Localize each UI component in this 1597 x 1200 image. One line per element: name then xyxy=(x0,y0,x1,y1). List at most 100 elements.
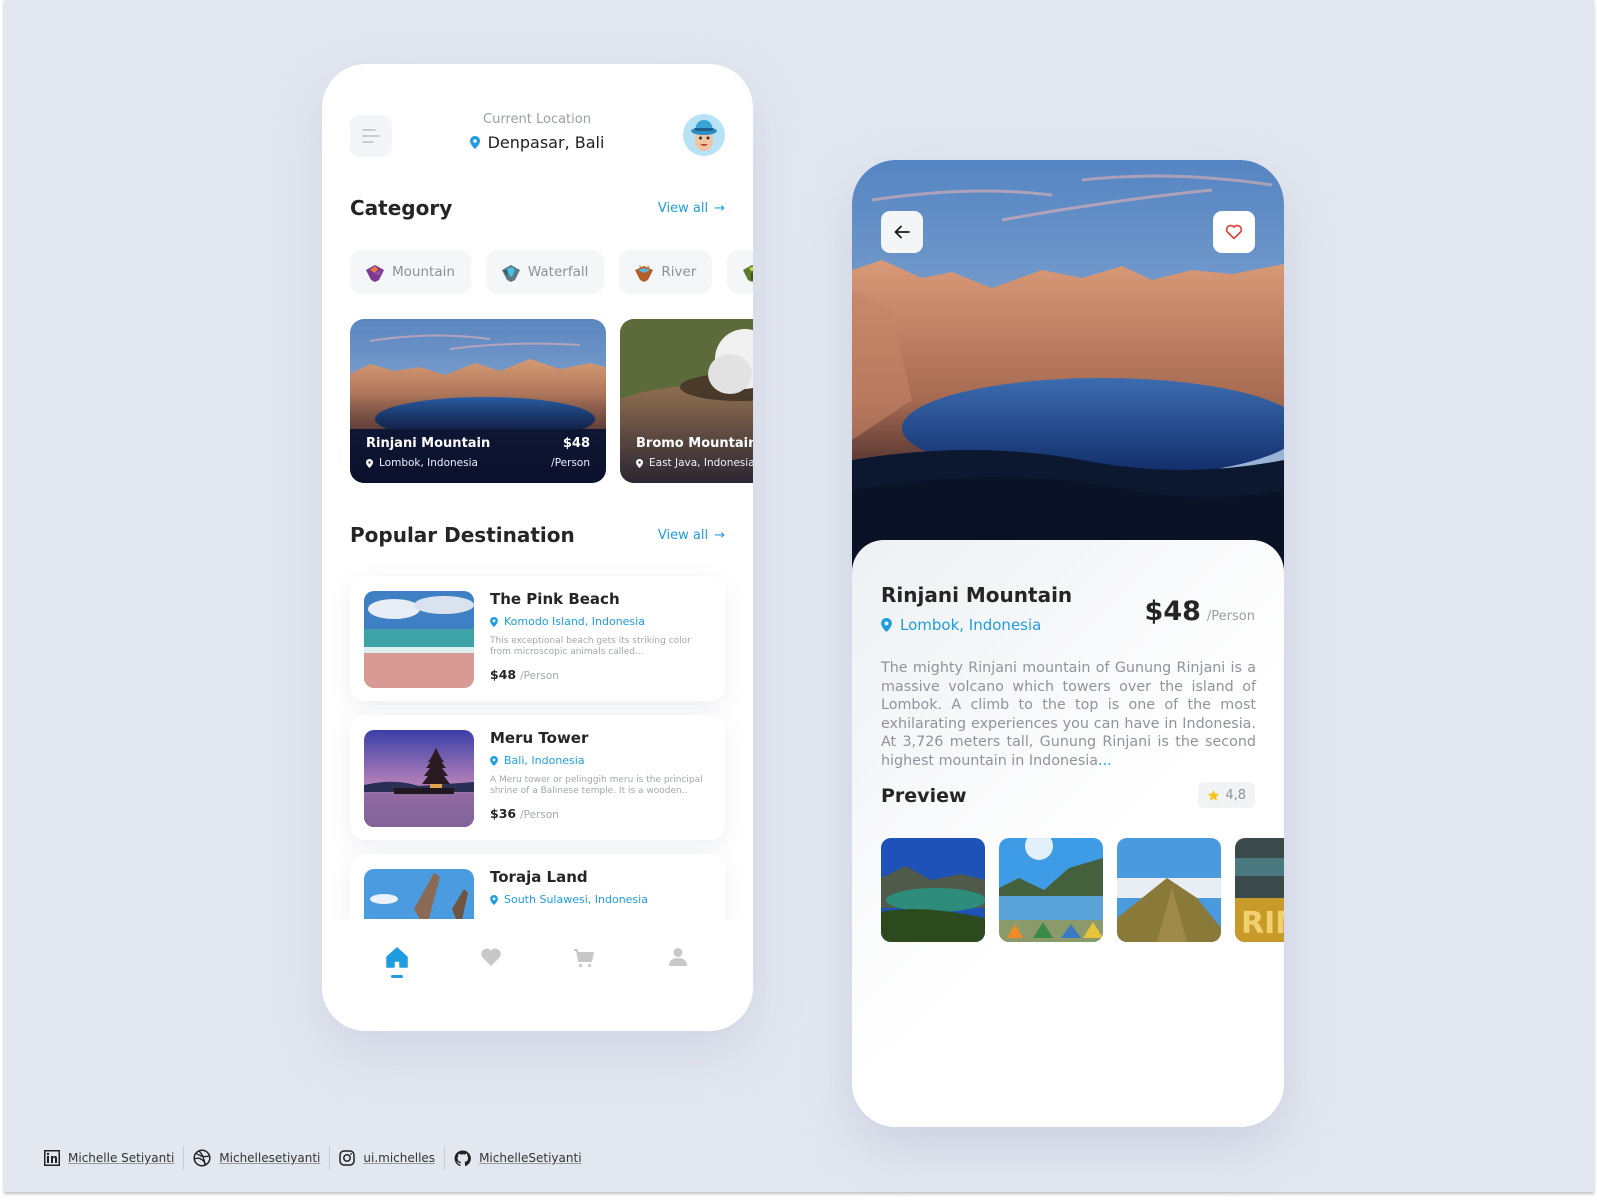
price-per: /Person xyxy=(1206,609,1255,624)
menu-button[interactable] xyxy=(350,115,392,157)
favorite-button[interactable] xyxy=(1213,211,1255,253)
cart-icon xyxy=(574,949,595,968)
svg-text:RIN: RIN xyxy=(1241,906,1284,941)
preview-gallery: RIN xyxy=(881,838,1284,942)
location-label: Current Location xyxy=(483,112,591,127)
popular-item-location: Komodo Island, Indonesia xyxy=(490,615,645,628)
popular-item-price: $48/Person xyxy=(490,667,559,682)
category-chip-waterfall[interactable]: Waterfall xyxy=(485,250,605,294)
dribbble-link[interactable]: Michellesetiyanti xyxy=(219,1151,320,1165)
current-location[interactable]: Current Location Denpasar, Bali xyxy=(432,112,642,152)
location-text: Komodo Island, Indonesia xyxy=(504,615,645,628)
featured-card-rinjani[interactable]: Rinjani Mountain Lombok, Indonesia $48 /… xyxy=(350,319,606,483)
featured-name: Bromo Mountain xyxy=(636,436,753,451)
detail-location-text: Lombok, Indonesia xyxy=(900,616,1042,634)
popular-item-description: This exceptional beach gets its striking… xyxy=(490,636,691,657)
preview-thumb-2[interactable] xyxy=(999,838,1103,942)
linkedin-link[interactable]: Michelle Setiyanti xyxy=(68,1151,174,1165)
arrow-left-icon xyxy=(894,225,910,239)
category-view-all-link[interactable]: View all → xyxy=(658,201,725,216)
preview-title: Preview xyxy=(881,785,967,807)
canvas-background: Current Location Denpasar, Bali Category xyxy=(4,0,1594,1192)
price-value: $48 xyxy=(1144,596,1201,627)
popular-item-price: $36/Person xyxy=(490,806,559,821)
home-screen: Current Location Denpasar, Bali Category xyxy=(322,64,753,1031)
price-value: $36 xyxy=(490,806,517,821)
github-link[interactable]: MichelleSetiyanti xyxy=(479,1151,581,1165)
price-value: $48 xyxy=(490,667,517,682)
popular-item-description: A Meru tower or pelinggih meru is the pr… xyxy=(490,775,703,796)
detail-description: The mighty Rinjani mountain of Gunung Ri… xyxy=(881,659,1256,770)
bottom-navigation xyxy=(322,919,753,1031)
location-text: Bali, Indonesia xyxy=(504,754,585,767)
popular-item-location: South Sulawesi, Indonesia xyxy=(490,893,648,906)
avatar[interactable] xyxy=(683,114,725,156)
footer-dribbble: Michellesetiyanti xyxy=(184,1149,329,1167)
footer-github: MichelleSetiyanti xyxy=(445,1150,590,1167)
featured-location: Lombok, Indonesia xyxy=(366,457,478,469)
chip-label: Waterfall xyxy=(527,264,589,280)
heart-icon xyxy=(480,948,501,966)
detail-price: $48 /Person xyxy=(1145,596,1255,627)
menu-line-icon xyxy=(362,141,374,143)
back-button[interactable] xyxy=(881,211,923,253)
detail-location: Lombok, Indonesia xyxy=(881,616,1041,634)
category-chip-mountain[interactable]: Mountain xyxy=(350,250,471,294)
linkedin-icon xyxy=(44,1150,60,1166)
forest-island-icon xyxy=(743,265,753,282)
popular-item-location: Bali, Indonesia xyxy=(490,754,585,767)
menu-line-icon xyxy=(362,129,376,131)
meru-tower-photo xyxy=(364,730,474,827)
instagram-link[interactable]: ui.michelles xyxy=(363,1151,435,1165)
read-more-link[interactable]: ... xyxy=(1098,753,1112,769)
location-pin-icon xyxy=(490,894,498,905)
view-all-label: View all xyxy=(657,200,709,216)
active-indicator xyxy=(390,975,403,978)
popular-view-all-link[interactable]: View all → xyxy=(658,528,725,543)
category-chip-forest[interactable] xyxy=(727,250,753,294)
popular-header: Popular Destination View all → xyxy=(350,523,725,547)
location-pin-icon xyxy=(881,618,892,632)
social-footer: Michelle Setiyanti Michellesetiyanti ui.… xyxy=(44,1146,591,1170)
rating-badge: 4,8 xyxy=(1198,782,1255,808)
location-text: South Sulawesi, Indonesia xyxy=(504,893,648,906)
nav-cart[interactable] xyxy=(554,919,614,1031)
hero-photo xyxy=(852,160,1284,580)
popular-item-meru-tower[interactable]: Meru Tower Bali, Indonesia A Meru tower … xyxy=(350,715,725,840)
description-text: The mighty Rinjani mountain of Gunung Ri… xyxy=(881,660,1256,769)
rating-value: 4,8 xyxy=(1225,787,1246,803)
detail-title: Rinjani Mountain xyxy=(881,583,1073,607)
featured-name: Rinjani Mountain xyxy=(366,436,491,451)
preview-thumb-4[interactable]: RIN xyxy=(1235,838,1284,942)
user-icon xyxy=(669,948,688,966)
github-icon xyxy=(454,1150,471,1166)
nav-home[interactable] xyxy=(367,919,427,1031)
waterfall-island-icon xyxy=(501,265,520,282)
nav-favorites[interactable] xyxy=(461,919,521,1031)
detail-sheet: Rinjani Mountain Lombok, Indonesia $48 /… xyxy=(852,540,1284,1127)
featured-location-text: Lombok, Indonesia xyxy=(379,457,478,469)
price-per: /Person xyxy=(520,809,559,821)
view-all-label: View all xyxy=(657,527,709,543)
featured-location-text: East Java, Indonesia xyxy=(649,457,753,469)
nav-profile[interactable] xyxy=(648,919,708,1031)
memoji-avatar-icon xyxy=(683,114,725,156)
featured-destinations: Rinjani Mountain Lombok, Indonesia $48 /… xyxy=(350,319,753,483)
category-chips: Mountain Waterfall River xyxy=(350,250,753,294)
chip-label: River xyxy=(661,264,697,280)
featured-card-bromo[interactable]: Bromo Mountain East Java, Indonesia xyxy=(620,319,753,483)
chip-label: Mountain xyxy=(392,264,455,280)
featured-location: East Java, Indonesia xyxy=(636,457,753,469)
popular-item-pink-beach[interactable]: The Pink Beach Komodo Island, Indonesia … xyxy=(350,576,725,701)
preview-thumb-3[interactable] xyxy=(1117,838,1221,942)
popular-item-name: The Pink Beach xyxy=(490,590,620,608)
location-pin-icon xyxy=(490,755,498,766)
footer-linkedin: Michelle Setiyanti xyxy=(44,1150,183,1166)
popular-title: Popular Destination xyxy=(350,523,575,547)
preview-thumb-1[interactable] xyxy=(881,838,985,942)
category-chip-river[interactable]: River xyxy=(619,250,713,294)
location-pin-icon xyxy=(366,458,373,468)
mountain-island-icon xyxy=(366,265,384,282)
popular-item-name: Toraja Land xyxy=(490,868,588,886)
instagram-icon xyxy=(339,1150,356,1166)
